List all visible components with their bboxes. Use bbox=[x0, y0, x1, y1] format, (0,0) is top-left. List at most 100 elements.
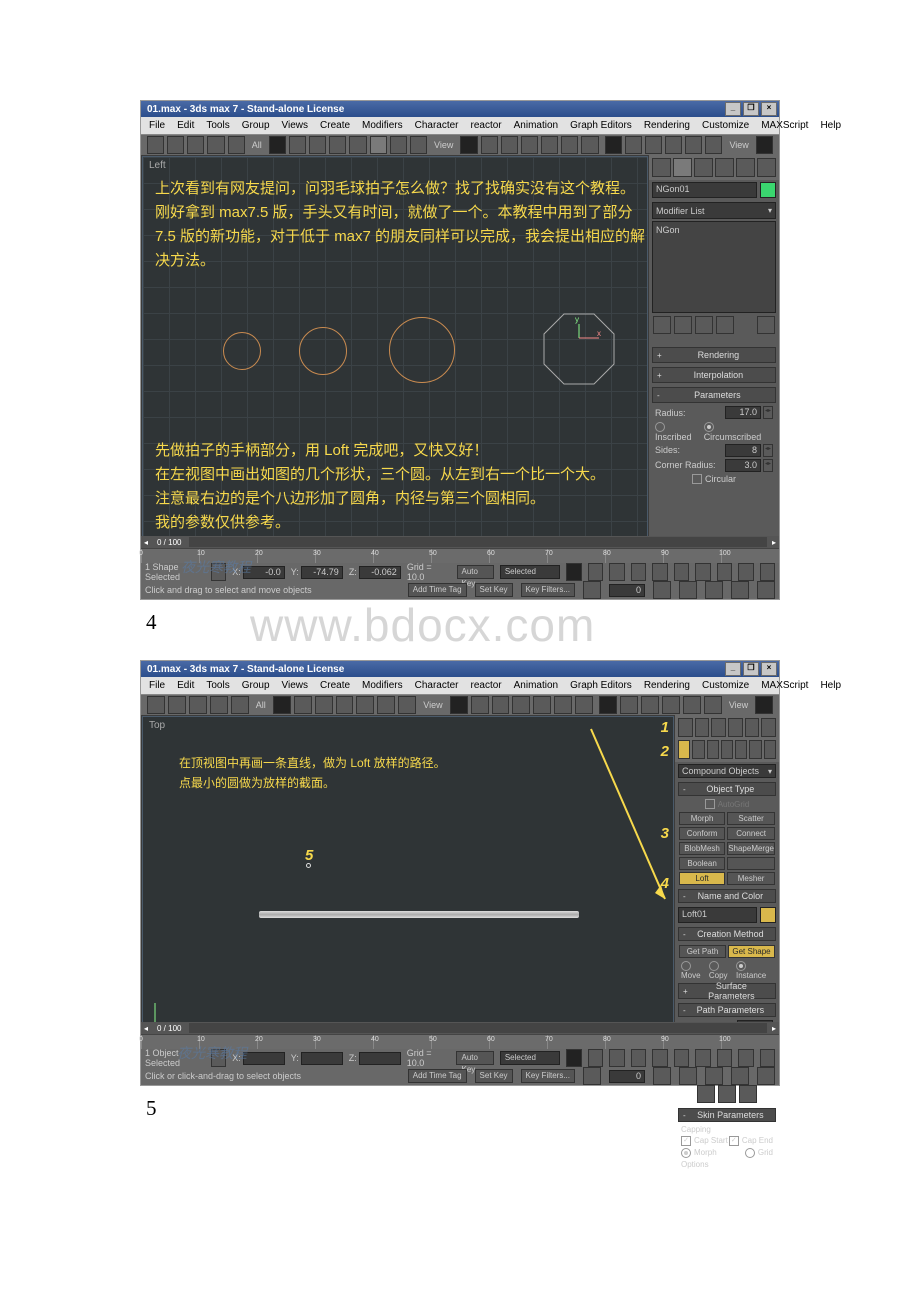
spinner-icon[interactable]: ◂▸ bbox=[763, 406, 773, 419]
minimize-button[interactable]: _ bbox=[725, 662, 741, 676]
select-region-icon[interactable] bbox=[329, 136, 346, 154]
y-field[interactable]: -74.79 bbox=[301, 566, 343, 579]
menu-graph[interactable]: Graph Editors bbox=[570, 680, 632, 691]
redo-icon[interactable] bbox=[168, 696, 186, 714]
make-unique-icon[interactable] bbox=[695, 316, 713, 334]
rollout-interpolation[interactable]: +Interpolation bbox=[652, 367, 776, 383]
mesher-button[interactable]: Mesher bbox=[727, 872, 775, 885]
selection-dropdown[interactable] bbox=[269, 136, 286, 154]
geometry-category-icon[interactable] bbox=[678, 740, 690, 759]
get-shape-button[interactable]: Get Shape bbox=[728, 945, 775, 958]
menu-rendering[interactable]: Rendering bbox=[644, 120, 690, 131]
corner-radius-field[interactable]: 3.0 bbox=[725, 459, 761, 472]
menu-file[interactable]: File bbox=[149, 680, 165, 691]
create-tab-icon[interactable] bbox=[652, 158, 671, 177]
menu-character[interactable]: Character bbox=[415, 680, 459, 691]
move-radio[interactable] bbox=[681, 961, 691, 971]
z-field[interactable] bbox=[359, 1052, 401, 1065]
quick-render-icon[interactable] bbox=[705, 136, 722, 154]
terrain-button[interactable] bbox=[727, 857, 775, 870]
utility-tab-icon[interactable] bbox=[757, 158, 776, 177]
menu-reactor[interactable]: reactor bbox=[471, 680, 502, 691]
path-params-rollout[interactable]: -Path Parameters bbox=[678, 1003, 776, 1017]
select-name-icon[interactable] bbox=[309, 136, 326, 154]
menu-help[interactable]: Help bbox=[820, 680, 841, 691]
menu-group[interactable]: Group bbox=[242, 120, 270, 131]
modifier-list-dropdown[interactable]: Modifier List bbox=[652, 202, 776, 219]
scatter-button[interactable]: Scatter bbox=[727, 812, 775, 825]
inscribed-radio[interactable] bbox=[655, 422, 665, 432]
connect-button[interactable]: Connect bbox=[727, 827, 775, 840]
show-end-icon[interactable] bbox=[674, 316, 692, 334]
viewport-nav-icon[interactable] bbox=[757, 581, 775, 599]
menu-create[interactable]: Create bbox=[320, 120, 350, 131]
rollout-rendering[interactable]: +Rendering bbox=[652, 347, 776, 363]
pivot-icon[interactable] bbox=[481, 136, 498, 154]
min-max-icon[interactable] bbox=[731, 581, 749, 599]
prev-frame-icon[interactable] bbox=[609, 563, 624, 581]
pan-icon[interactable] bbox=[760, 563, 775, 581]
ref-coord-view[interactable]: View bbox=[430, 140, 457, 150]
close-button[interactable]: × bbox=[761, 662, 777, 676]
circumscribed-radio[interactable] bbox=[704, 422, 714, 432]
auto-key-button[interactable]: Auto Key bbox=[456, 1051, 493, 1065]
restrict-x-icon[interactable] bbox=[501, 136, 518, 154]
key-dropdown[interactable] bbox=[566, 563, 581, 581]
menu-modifiers[interactable]: Modifiers bbox=[362, 120, 403, 131]
shapemerge-button[interactable]: ShapeMerge bbox=[727, 842, 775, 855]
display-tab-icon[interactable] bbox=[736, 158, 755, 177]
add-time-tag[interactable]: Add Time Tag bbox=[408, 583, 467, 597]
mirror-icon[interactable] bbox=[581, 136, 598, 154]
prev-shape-icon[interactable] bbox=[718, 1085, 736, 1103]
menu-edit[interactable]: Edit bbox=[177, 680, 194, 691]
move-icon[interactable] bbox=[370, 136, 387, 154]
menu-customize[interactable]: Customize bbox=[702, 680, 749, 691]
current-frame[interactable]: 0 bbox=[609, 584, 645, 597]
menu-character[interactable]: Character bbox=[415, 120, 459, 131]
material-icon[interactable] bbox=[665, 136, 682, 154]
sides-field[interactable]: 8 bbox=[725, 444, 761, 457]
object-color-swatch[interactable] bbox=[760, 907, 776, 923]
window-crossing-icon[interactable] bbox=[349, 136, 366, 154]
play-icon[interactable] bbox=[631, 1049, 646, 1067]
key-selection[interactable]: Selected bbox=[500, 565, 561, 579]
get-path-button[interactable]: Get Path bbox=[679, 945, 726, 958]
y-field[interactable] bbox=[301, 1052, 343, 1065]
rotate-icon[interactable] bbox=[390, 136, 407, 154]
menu-help[interactable]: Help bbox=[820, 120, 841, 131]
unlink-icon[interactable] bbox=[210, 696, 228, 714]
selection-set-all[interactable]: All bbox=[248, 140, 266, 150]
object-name-field[interactable]: Loft01 bbox=[678, 907, 757, 923]
link-icon[interactable] bbox=[189, 696, 207, 714]
undo-icon[interactable] bbox=[147, 136, 164, 154]
render-scene-icon[interactable] bbox=[685, 136, 702, 154]
restrict-y-icon[interactable] bbox=[521, 136, 538, 154]
circular-checkbox[interactable] bbox=[692, 474, 702, 484]
menu-edit[interactable]: Edit bbox=[177, 120, 194, 131]
current-frame[interactable]: 0 bbox=[609, 1070, 645, 1083]
menu-maxscript[interactable]: MAXScript bbox=[761, 120, 808, 131]
menu-create[interactable]: Create bbox=[320, 680, 350, 691]
modifier-item[interactable]: NGon bbox=[656, 225, 680, 235]
menu-animation[interactable]: Animation bbox=[514, 120, 558, 131]
restore-button[interactable]: ❐ bbox=[743, 662, 759, 676]
menu-file[interactable]: File bbox=[149, 120, 165, 131]
name-color-rollout[interactable]: -Name and Color bbox=[678, 889, 776, 903]
view-dropdown[interactable] bbox=[756, 136, 773, 154]
link-icon[interactable] bbox=[187, 136, 204, 154]
object-color-swatch[interactable] bbox=[760, 182, 776, 198]
view-dropdown-label[interactable]: View bbox=[725, 140, 752, 150]
object-type-rollout[interactable]: -Object Type bbox=[678, 782, 776, 796]
copy-radio[interactable] bbox=[709, 961, 719, 971]
restore-button[interactable]: ❐ bbox=[743, 102, 759, 116]
go-end-icon[interactable] bbox=[674, 563, 689, 581]
layer-icon[interactable] bbox=[625, 136, 642, 154]
remove-mod-icon[interactable] bbox=[716, 316, 734, 334]
morph-cap-radio[interactable] bbox=[681, 1148, 691, 1158]
scale-icon[interactable] bbox=[410, 136, 427, 154]
grid-cap-radio[interactable] bbox=[745, 1148, 755, 1158]
surface-params-rollout[interactable]: +Surface Parameters bbox=[678, 983, 776, 999]
go-start-icon[interactable] bbox=[588, 1049, 603, 1067]
zoom-all-icon[interactable] bbox=[717, 563, 732, 581]
auto-key-button[interactable]: Auto Key bbox=[457, 565, 494, 579]
